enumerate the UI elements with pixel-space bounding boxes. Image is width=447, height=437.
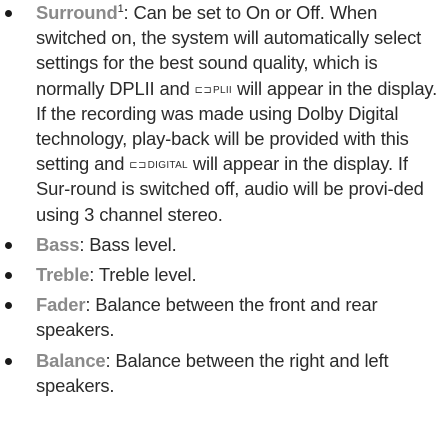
dolby-digital-logo-icon: ⊏⊐DIGITAL xyxy=(129,161,188,171)
logo-pl2-text: PLII xyxy=(213,84,233,96)
list-item-bass: Bass: Bass level. xyxy=(0,232,447,257)
list-item-treble: Treble: Treble level. xyxy=(0,262,447,287)
list-item-surround: Surround1: Can be set to On or Off. When… xyxy=(0,0,447,227)
bullet-icon xyxy=(5,241,12,249)
dolby-pl2-logo-icon: ⊏⊐PLII xyxy=(194,84,233,96)
bullet-icon xyxy=(5,357,12,365)
term-fader: Fader xyxy=(36,294,86,316)
list-item-fader: Fader: Balance between the front and rea… xyxy=(0,292,447,342)
dolby-double-d-icon: ⊏⊐ xyxy=(129,160,147,172)
bass-description: : Bass level. xyxy=(79,233,177,255)
term-bass: Bass xyxy=(36,233,80,255)
list-item-balance: Balance: Balance between the right and l… xyxy=(0,348,447,398)
settings-list: Surround1: Can be set to On or Off. When… xyxy=(0,0,447,403)
logo-digital-text: DIGITAL xyxy=(147,160,188,172)
term-balance: Balance xyxy=(36,349,106,371)
term-treble: Treble xyxy=(36,264,90,286)
fader-description: : Balance between the front and rear spe… xyxy=(36,294,378,341)
bullet-icon xyxy=(5,272,12,280)
bullet-icon xyxy=(5,10,12,17)
term-surround: Surround xyxy=(36,2,118,23)
treble-description: : Treble level. xyxy=(89,264,197,286)
dolby-double-d-icon: ⊏⊐ xyxy=(194,84,213,96)
bullet-icon xyxy=(5,302,12,310)
